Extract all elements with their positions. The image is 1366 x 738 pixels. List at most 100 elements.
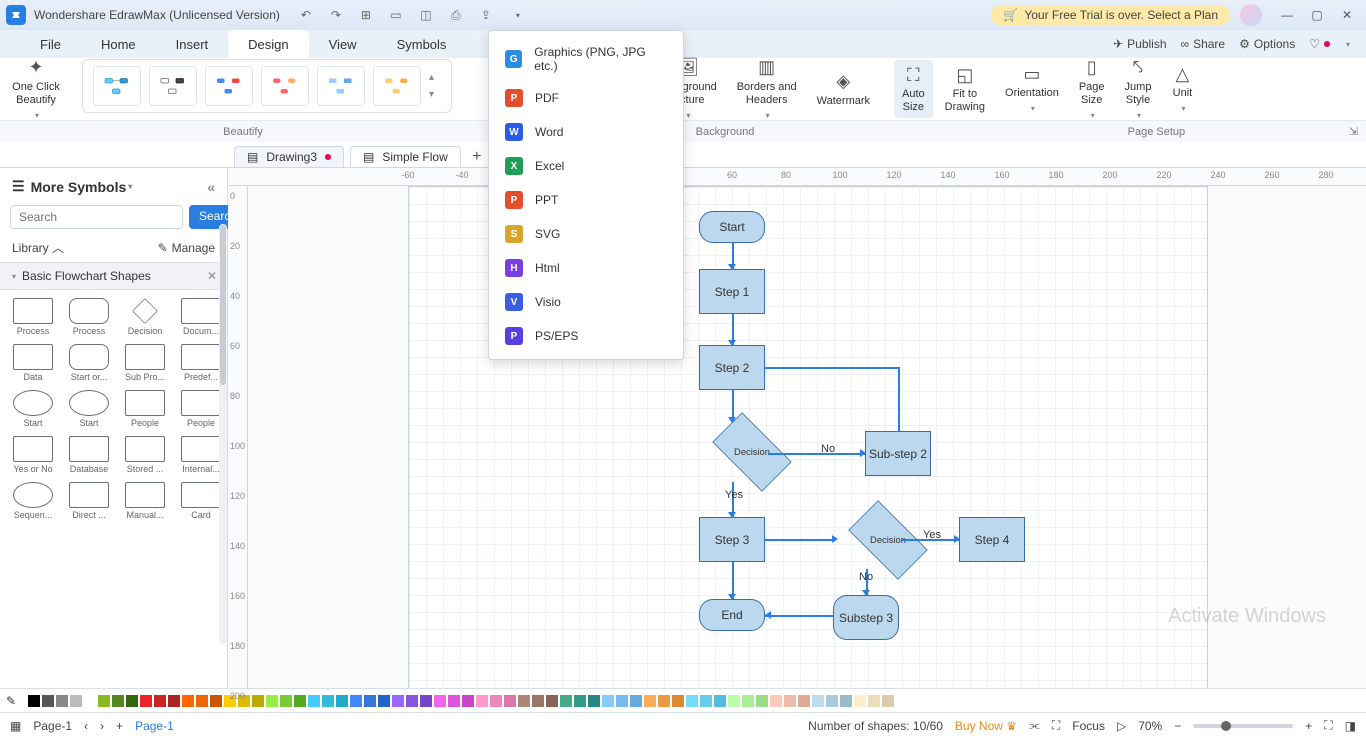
color-swatch[interactable] [756,695,768,707]
color-swatch[interactable] [742,695,754,707]
color-swatch[interactable] [532,695,544,707]
collapse-sidebar-icon[interactable]: « [207,179,215,195]
zoom-in-icon[interactable]: + [1305,719,1312,733]
maximize-icon[interactable]: ▢ [1310,8,1324,22]
save-icon[interactable]: ◫ [418,7,434,23]
color-swatch[interactable] [658,695,670,707]
color-swatch[interactable] [350,695,362,707]
minimize-icon[interactable]: — [1280,8,1294,22]
publish-button[interactable]: ✈Publish [1113,37,1166,51]
page-next-icon[interactable]: › [100,719,104,733]
shape-internal-[interactable]: Internal... [178,436,224,474]
theme-3[interactable] [205,66,253,106]
color-swatch[interactable] [154,695,166,707]
unit-button[interactable]: △Unit▾ [1163,59,1201,119]
color-swatch[interactable] [406,695,418,707]
shape-stored-[interactable]: Stored ... [122,436,168,474]
notification-icon[interactable]: ♡ [1309,37,1330,51]
color-swatch[interactable] [644,695,656,707]
one-click-beautify-button[interactable]: ✦ One Click Beautify ▾ [4,53,68,126]
tab-design[interactable]: Design [228,30,308,58]
tab-symbols[interactable]: Symbols [377,30,467,58]
color-swatch[interactable] [826,695,838,707]
zoom-slider[interactable] [1193,724,1293,728]
node-start[interactable]: Start [699,211,765,243]
doc-tab-1[interactable]: ▤ Drawing3 [234,146,344,167]
shape-start[interactable]: Start [10,390,56,428]
color-swatch[interactable] [490,695,502,707]
color-swatch[interactable] [378,695,390,707]
shape-process[interactable]: Process [10,298,56,336]
color-swatch[interactable] [168,695,180,707]
shape-sequen-[interactable]: Sequen... [10,482,56,520]
tab-view[interactable]: View [309,30,377,58]
color-swatch[interactable] [182,695,194,707]
color-swatch[interactable] [854,695,866,707]
color-swatch[interactable] [686,695,698,707]
color-swatch[interactable] [840,695,852,707]
zoom-out-icon[interactable]: − [1174,719,1181,733]
shape-start-or-[interactable]: Start or... [66,344,112,382]
shape-people[interactable]: People [178,390,224,428]
color-swatch[interactable] [70,695,82,707]
manage-link[interactable]: ✎Manage [158,239,215,256]
print-icon[interactable]: ⎙ [448,7,464,23]
node-decision1[interactable]: Decision [712,412,791,491]
open-icon[interactable]: ▭ [388,7,404,23]
undo-icon[interactable]: ↶ [298,7,314,23]
close-accordion-icon[interactable]: ✕ [207,269,217,283]
shape-predef-[interactable]: Predef... [178,344,224,382]
node-step2[interactable]: Step 2 [699,345,765,390]
sidebar-scrollbar[interactable] [219,224,227,644]
theme-6[interactable] [373,66,421,106]
color-swatch[interactable] [714,695,726,707]
node-step1[interactable]: Step 1 [699,269,765,314]
accordion-basic-flowchart[interactable]: ▾ Basic Flowchart Shapes ✕ [0,262,227,290]
color-swatch[interactable] [392,695,404,707]
fit-page-icon[interactable]: ⛶ [1324,718,1332,733]
node-end[interactable]: End [699,599,765,631]
buy-now-link[interactable]: Buy Now ♛ [955,719,1017,733]
options-button[interactable]: ⚙Options [1239,37,1295,51]
color-swatch[interactable] [294,695,306,707]
lock-icon[interactable]: ⫘ [1029,718,1040,733]
color-swatch[interactable] [364,695,376,707]
color-swatch[interactable] [84,695,96,707]
color-swatch[interactable] [784,695,796,707]
shape-docum-[interactable]: Docum... [178,298,224,336]
theme-5[interactable] [317,66,365,106]
tab-home[interactable]: Home [81,30,156,58]
page-add-icon[interactable]: + [116,719,123,733]
doc-tab-2[interactable]: ▤ Simple Flow [350,146,461,167]
export-svg[interactable]: SSVG [489,217,683,251]
color-swatch[interactable] [252,695,264,707]
color-swatch[interactable] [322,695,334,707]
color-swatch[interactable] [336,695,348,707]
color-swatch[interactable] [112,695,124,707]
jump-style-button[interactable]: ⤣Jump Style▾ [1117,53,1160,126]
shape-yes-or-no[interactable]: Yes or No [10,436,56,474]
share-button[interactable]: ∞Share [1181,37,1226,51]
export-pdf[interactable]: PPDF [489,81,683,115]
trial-banner[interactable]: 🛒 Your Free Trial is over. Select a Plan [991,5,1230,25]
shape-database[interactable]: Database [66,436,112,474]
color-swatch[interactable] [280,695,292,707]
color-swatch[interactable] [546,695,558,707]
node-substep3[interactable]: Substep 3 [833,595,899,640]
color-swatch[interactable] [504,695,516,707]
color-swatch[interactable] [210,695,222,707]
color-swatch[interactable] [28,695,40,707]
color-swatch[interactable] [98,695,110,707]
page-prev-icon[interactable]: ‹ [84,719,88,733]
color-swatch[interactable] [812,695,824,707]
color-swatch[interactable] [588,695,600,707]
color-swatch[interactable] [728,695,740,707]
borders-headers-button[interactable]: ▥Borders and Headers▾ [729,53,805,126]
menu-more-icon[interactable]: ▾ [1346,40,1350,49]
color-swatch[interactable] [518,695,530,707]
color-swatch[interactable] [770,695,782,707]
color-swatch[interactable] [56,695,68,707]
color-swatch[interactable] [882,695,894,707]
color-swatch[interactable] [126,695,138,707]
node-step3[interactable]: Step 3 [699,517,765,562]
